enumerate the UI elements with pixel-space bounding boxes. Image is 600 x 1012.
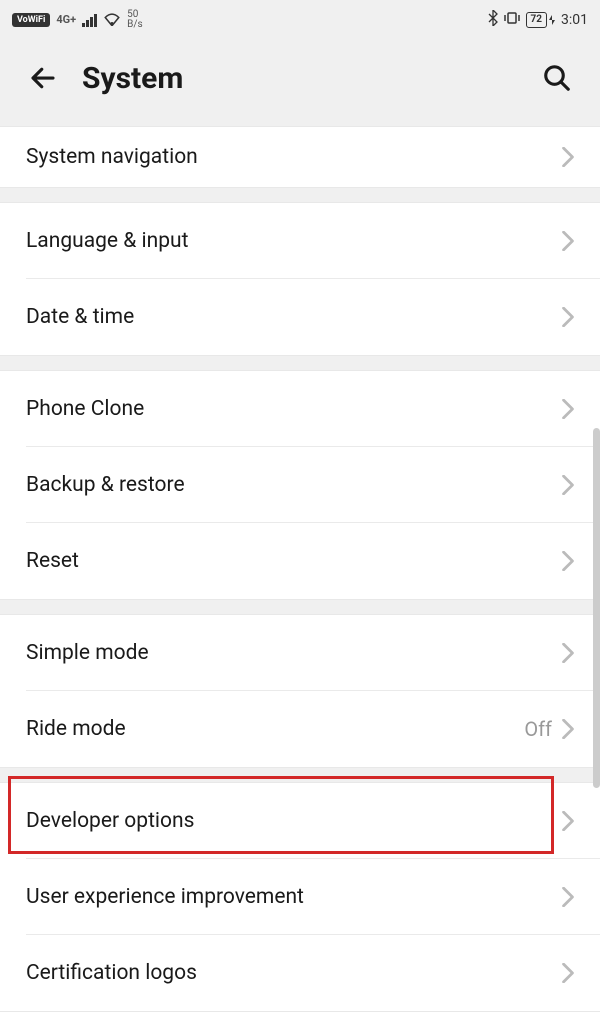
row-label: Simple mode [26, 641, 149, 665]
clock: 3:01 [561, 12, 588, 28]
scrollbar-thumb[interactable] [593, 428, 600, 788]
row-label: Reset [26, 549, 79, 573]
section: Language & input Date & time [0, 202, 600, 356]
scrollbar[interactable] [594, 128, 600, 978]
row-date-time[interactable]: Date & time [0, 279, 600, 355]
row-reset[interactable]: Reset [0, 523, 600, 599]
row-label: System navigation [26, 145, 198, 169]
battery-indicator: 72 [526, 12, 555, 28]
bluetooth-icon [488, 10, 498, 30]
chevron-right-icon [562, 887, 574, 907]
chevron-right-icon [562, 231, 574, 251]
status-right: 72 3:01 [488, 10, 588, 30]
row-phone-clone[interactable]: Phone Clone [0, 371, 600, 447]
row-label: Ride mode [26, 717, 126, 741]
chevron-right-icon [562, 551, 574, 571]
row-user-experience[interactable]: User experience improvement [0, 859, 600, 935]
network-gen: 4G+ [56, 14, 76, 26]
row-label: User experience improvement [26, 885, 304, 909]
vowifi-badge: VoWiFi [12, 13, 50, 27]
chevron-right-icon [562, 811, 574, 831]
back-button[interactable] [28, 63, 58, 93]
chevron-right-icon [562, 307, 574, 327]
section: Phone Clone Backup & restore Reset [0, 370, 600, 600]
row-backup-restore[interactable]: Backup & restore [0, 447, 600, 523]
status-bar: VoWiFi 4G+ 50 B/s 72 3:01 [0, 0, 600, 40]
network-speed: 50 B/s [127, 10, 143, 30]
search-button[interactable] [542, 63, 572, 93]
search-icon [542, 63, 572, 93]
chevron-right-icon [562, 147, 574, 167]
row-value: Off [524, 717, 552, 741]
chevron-right-icon [562, 399, 574, 419]
section: Simple mode Ride mode Off [0, 614, 600, 768]
row-label: Backup & restore [26, 473, 185, 497]
row-certification-logos[interactable]: Certification logos [0, 935, 600, 1011]
chevron-right-icon [562, 963, 574, 983]
row-developer-options[interactable]: Developer options [0, 783, 600, 859]
chevron-right-icon [562, 719, 574, 739]
chevron-right-icon [562, 475, 574, 495]
wifi-icon [103, 11, 121, 30]
back-arrow-icon [28, 63, 58, 93]
chevron-right-icon [562, 643, 574, 663]
row-ride-mode[interactable]: Ride mode Off [0, 691, 600, 767]
row-label: Date & time [26, 305, 134, 329]
row-label: Certification logos [26, 961, 197, 985]
row-language-input[interactable]: Language & input [0, 203, 600, 279]
section: System navigation [0, 126, 600, 188]
row-label: Developer options [26, 809, 194, 833]
row-system-navigation[interactable]: System navigation [0, 127, 600, 187]
row-label: Language & input [26, 229, 188, 253]
row-label: Phone Clone [26, 397, 144, 421]
page-header: System [0, 40, 600, 116]
row-simple-mode[interactable]: Simple mode [0, 615, 600, 691]
status-left: VoWiFi 4G+ 50 B/s [12, 10, 143, 30]
section: Developer options User experience improve… [0, 782, 600, 1012]
page-title: System [82, 61, 518, 96]
signal-icon [82, 13, 97, 27]
vibrate-icon [504, 11, 520, 29]
